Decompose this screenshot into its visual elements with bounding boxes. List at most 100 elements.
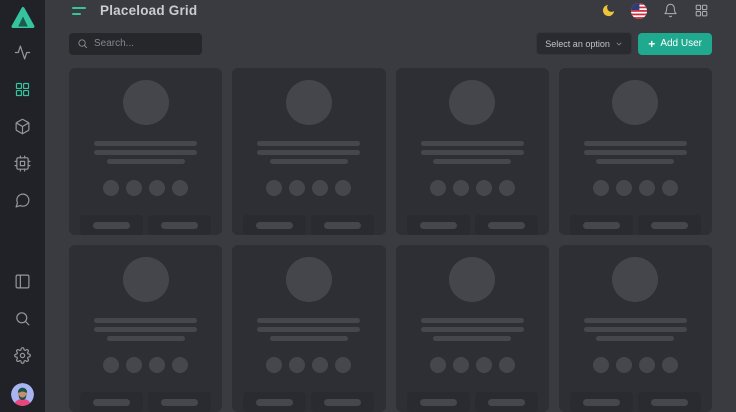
- dots-placeholder-row: [266, 180, 351, 196]
- user-cards-grid: [45, 68, 736, 412]
- dot-placeholder: [149, 357, 165, 373]
- search-icon: [77, 38, 88, 49]
- dot-placeholder: [312, 180, 328, 196]
- header-actions: [599, 2, 710, 20]
- dot-placeholder: [499, 357, 515, 373]
- sidebar-item-settings[interactable]: [13, 345, 33, 365]
- button-placeholder-row: [243, 392, 374, 412]
- button-placeholder: [80, 215, 143, 235]
- language-selector[interactable]: [630, 2, 648, 20]
- sidebar-item-search[interactable]: [13, 308, 33, 328]
- dot-placeholder: [335, 357, 351, 373]
- panels-icon: [14, 273, 31, 290]
- dark-mode-toggle[interactable]: [599, 2, 617, 20]
- menu-toggle-button[interactable]: [72, 7, 86, 15]
- button-placeholder: [570, 215, 633, 235]
- chevron-down-icon: [615, 40, 623, 48]
- text-line-placeholder: [270, 159, 348, 164]
- text-line-placeholder: [94, 141, 197, 146]
- button-placeholder: [638, 215, 701, 235]
- text-line-placeholder: [433, 336, 511, 341]
- sidebar-item-box[interactable]: [13, 116, 33, 136]
- text-line-placeholder: [107, 159, 185, 164]
- dot-placeholder: [266, 357, 282, 373]
- button-placeholder: [475, 215, 538, 235]
- dots-placeholder-row: [593, 357, 678, 373]
- dot-placeholder: [172, 357, 188, 373]
- add-user-button[interactable]: + Add User: [638, 33, 712, 55]
- dots-placeholder-row: [266, 357, 351, 373]
- dot-placeholder: [289, 180, 305, 196]
- search-input[interactable]: [94, 38, 194, 49]
- text-line-placeholder: [584, 150, 687, 155]
- sidebar-item-panels[interactable]: [13, 271, 33, 291]
- sidebar-item-grid-active[interactable]: [13, 79, 33, 99]
- dot-placeholder: [430, 180, 446, 196]
- moon-icon: [601, 3, 616, 18]
- button-placeholder: [311, 392, 374, 412]
- user-card-skeleton: [559, 68, 712, 235]
- avatar-placeholder: [123, 257, 169, 302]
- dots-placeholder-row: [430, 357, 515, 373]
- button-placeholder: [638, 392, 701, 412]
- dot-placeholder: [476, 357, 492, 373]
- user-card-skeleton: [69, 245, 222, 412]
- page-title: Placeload Grid: [100, 3, 197, 18]
- header: Placeload Grid: [45, 0, 736, 21]
- dot-placeholder: [593, 180, 609, 196]
- us-flag-icon: [631, 3, 647, 19]
- notifications-button[interactable]: [661, 2, 679, 20]
- sidebar-item-cpu[interactable]: [13, 153, 33, 173]
- option-select[interactable]: Select an option: [536, 32, 632, 55]
- sidebar-nav: [13, 42, 33, 227]
- button-placeholder-row: [80, 392, 211, 412]
- dot-placeholder: [593, 357, 609, 373]
- toolbar: Select an option + Add User: [45, 32, 736, 55]
- grid-icon: [14, 81, 31, 98]
- user-card-skeleton: [69, 68, 222, 235]
- button-placeholder: [243, 215, 306, 235]
- avatar-placeholder: [449, 257, 495, 302]
- dot-placeholder: [639, 357, 655, 373]
- text-line-placeholder: [421, 141, 524, 146]
- sidebar-item-chat[interactable]: [13, 190, 33, 210]
- text-line-placeholder: [584, 327, 687, 332]
- main-area: Placeload Grid: [45, 0, 736, 412]
- add-user-label: Add User: [660, 38, 702, 49]
- sidebar-bottom-nav: [11, 271, 34, 412]
- dot-placeholder: [616, 357, 632, 373]
- dots-placeholder-row: [103, 180, 188, 196]
- dots-placeholder-row: [430, 180, 515, 196]
- avatar-placeholder: [612, 257, 658, 302]
- text-line-placeholder: [421, 318, 524, 323]
- button-placeholder: [243, 392, 306, 412]
- app-logo[interactable]: [11, 6, 35, 30]
- button-placeholder-row: [243, 215, 374, 235]
- user-card-skeleton: [232, 245, 385, 412]
- chat-icon: [14, 192, 31, 209]
- user-card-skeleton: [396, 245, 549, 412]
- bell-icon: [663, 3, 678, 18]
- sidebar-item-activity[interactable]: [13, 42, 33, 62]
- user-avatar[interactable]: [11, 383, 34, 406]
- activity-icon: [14, 44, 31, 61]
- avatar-placeholder: [286, 257, 332, 302]
- sidebar: [0, 0, 45, 412]
- button-placeholder-row: [570, 392, 701, 412]
- user-avatar-image: [11, 383, 34, 406]
- dot-placeholder: [312, 357, 328, 373]
- apps-grid-icon: [694, 3, 709, 18]
- text-line-placeholder: [94, 327, 197, 332]
- text-line-placeholder: [94, 150, 197, 155]
- dot-placeholder: [453, 180, 469, 196]
- search-icon: [14, 310, 31, 327]
- user-card-skeleton: [396, 68, 549, 235]
- dot-placeholder: [453, 357, 469, 373]
- search-field[interactable]: [69, 33, 202, 55]
- text-line-placeholder: [94, 318, 197, 323]
- apps-menu-button[interactable]: [692, 2, 710, 20]
- dot-placeholder: [103, 357, 119, 373]
- text-line-placeholder: [257, 141, 360, 146]
- button-placeholder-row: [80, 215, 211, 235]
- text-line-placeholder: [257, 327, 360, 332]
